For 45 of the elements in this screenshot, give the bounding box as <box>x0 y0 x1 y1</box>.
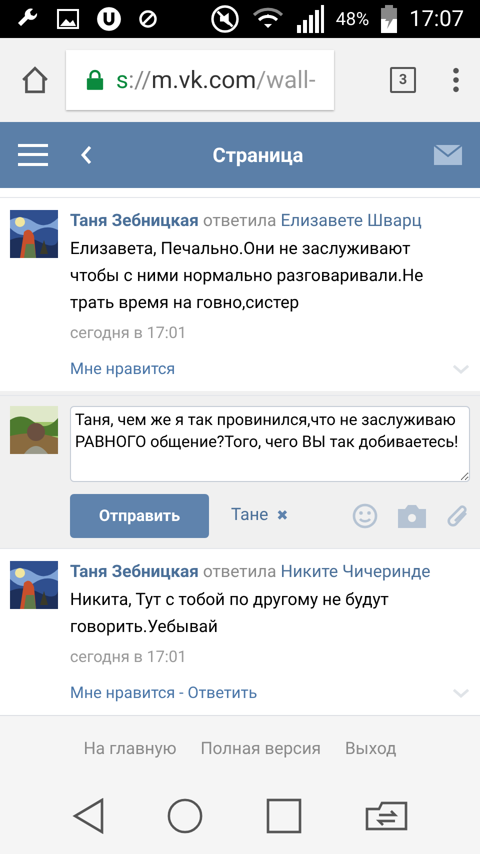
page-title: Страница <box>212 142 304 169</box>
footer-link[interactable]: Выход <box>344 736 396 762</box>
blocked-icon <box>138 9 158 29</box>
switch-window-icon[interactable] <box>364 800 408 830</box>
like-link[interactable]: Мне нравится <box>70 681 176 705</box>
battery-percent: 48% <box>336 8 370 32</box>
recipient-link[interactable]: Елизавете Шварц <box>280 211 422 231</box>
image-icon <box>56 7 80 31</box>
mail-icon[interactable] <box>434 145 462 165</box>
wifi-icon <box>252 7 284 31</box>
reply-verb: ответила <box>202 562 276 582</box>
home-nav-icon[interactable] <box>166 798 202 834</box>
remove-addressee-button[interactable]: ✖ <box>276 506 288 526</box>
menu-icon[interactable] <box>18 143 48 167</box>
clock: 17:07 <box>409 6 464 34</box>
author-link[interactable]: Таня Зебницкая <box>70 211 199 231</box>
recipient-link[interactable]: Никите Чичеринде <box>280 562 430 582</box>
url-field[interactable]: s://m.vk.com/wall- <box>66 50 334 110</box>
mute-icon <box>210 4 240 34</box>
comment-time: сегодня в 17:01 <box>70 646 188 668</box>
torrent-icon <box>96 6 122 32</box>
tab-count-button[interactable]: 3 <box>390 67 416 93</box>
comment-text: Никита, Тут с тобой по другому не будут говорить.Уебывай <box>70 589 390 639</box>
send-button[interactable]: Отправить <box>70 494 209 538</box>
like-link[interactable]: Мне нравится <box>70 357 176 381</box>
comment-time: сегодня в 17:01 <box>70 322 188 344</box>
signal-icon <box>296 5 324 33</box>
recents-icon[interactable] <box>266 798 302 834</box>
battery-icon <box>381 5 398 33</box>
paperclip-icon[interactable] <box>446 503 470 529</box>
separator: - <box>179 682 184 704</box>
url-text: s://m.vk.com/wall- <box>116 65 316 96</box>
back-icon[interactable] <box>80 145 92 165</box>
reply-field[interactable]: Таня, чем же я так провинился,что не заслуживаю РАВНОГО общение?Того, чего ВЫ так добиваетесь! <box>70 406 470 482</box>
addressee-label: Тане <box>231 504 268 528</box>
home-icon[interactable] <box>20 65 50 95</box>
reply-link[interactable]: Ответить <box>188 681 258 705</box>
author-link[interactable]: Таня Зебницкая <box>70 562 199 582</box>
reply-verb: ответила <box>202 211 276 231</box>
comment-text: Елизавета, Печально.Они не заслуживают чтобы с ними нормально разговаривали.Не трать время на говно,систер <box>70 238 424 315</box>
footer-link[interactable]: На главную <box>84 736 177 762</box>
back-nav-icon[interactable] <box>72 798 104 834</box>
lock-icon <box>86 69 104 91</box>
more-icon[interactable] <box>452 67 460 93</box>
footer-link[interactable]: Полная версия <box>200 736 321 762</box>
